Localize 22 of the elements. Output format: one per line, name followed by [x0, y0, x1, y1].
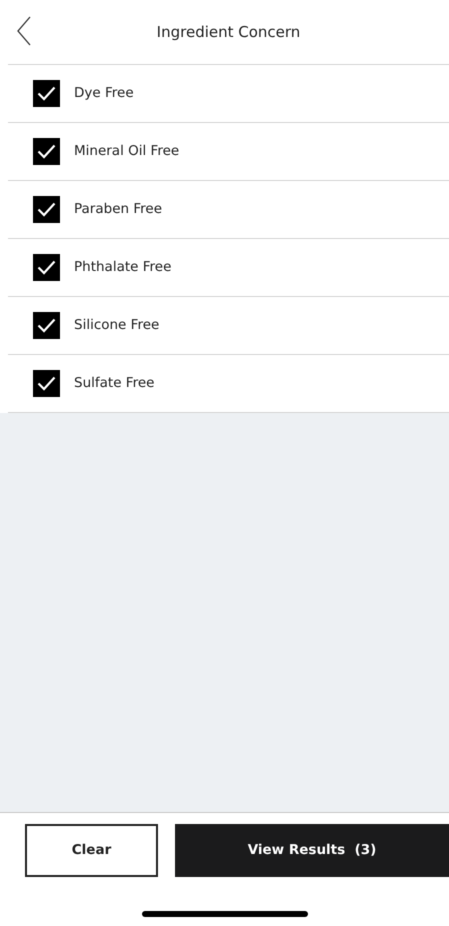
- checkmark-icon: [37, 318, 56, 333]
- checkbox[interactable]: [33, 138, 60, 165]
- checkmark-icon: [37, 86, 56, 101]
- option-label[interactable]: Paraben Free: [74, 199, 162, 220]
- option-label[interactable]: Mineral Oil Free: [74, 141, 180, 162]
- checkmark-icon: [37, 376, 56, 391]
- option-label[interactable]: Sulfate Free: [74, 373, 154, 394]
- checkmark-icon: [37, 144, 56, 159]
- checkbox[interactable]: [33, 196, 60, 223]
- view-results-button[interactable]: View Results (3): [175, 824, 449, 877]
- checkmark-icon: [37, 260, 56, 275]
- checkbox[interactable]: [33, 370, 60, 397]
- checkbox[interactable]: [33, 312, 60, 339]
- checkbox[interactable]: [33, 254, 60, 281]
- option-label[interactable]: Silicone Free: [74, 315, 160, 336]
- clear-button[interactable]: Clear: [25, 824, 158, 877]
- page-title: Ingredient Concern: [156, 22, 300, 43]
- option-label[interactable]: Phthalate Free: [74, 257, 172, 278]
- checkbox[interactable]: [33, 80, 60, 107]
- back-icon[interactable]: [16, 16, 32, 46]
- option-label[interactable]: Dye Free: [74, 83, 134, 104]
- checkmark-icon: [37, 202, 56, 217]
